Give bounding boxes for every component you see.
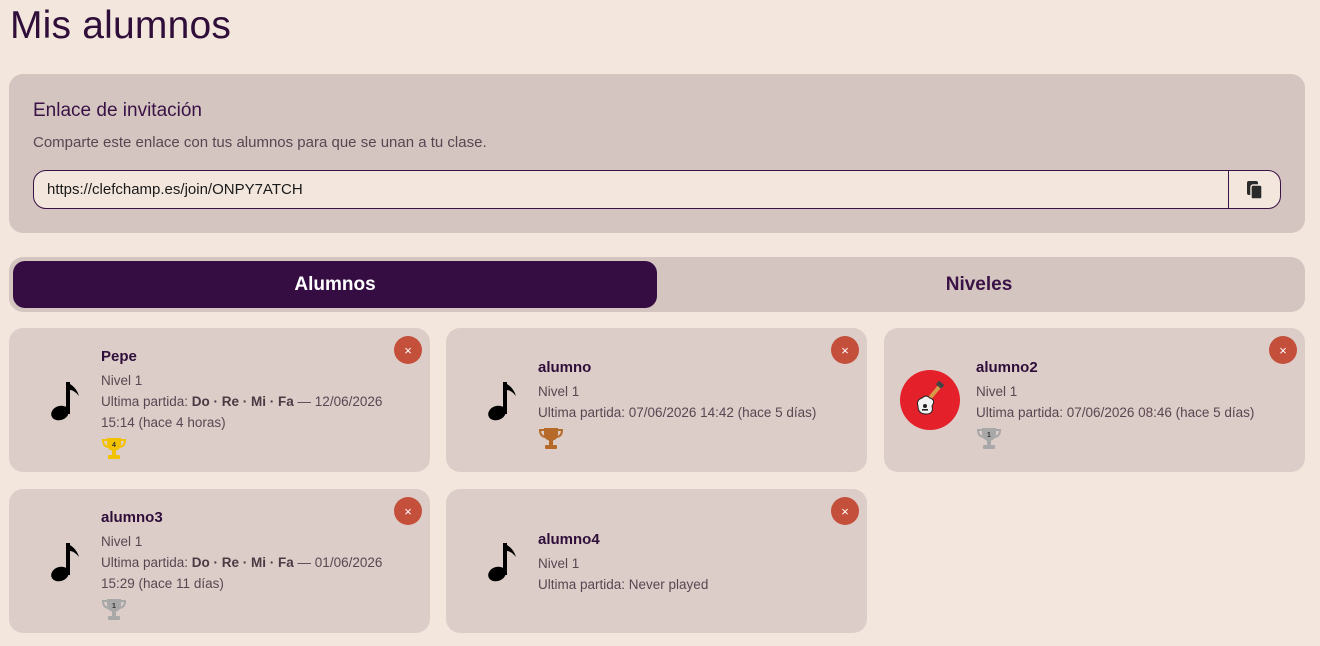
student-card-pepe: × Pepe Nivel 1 Ultima partida: Do · Re ·… (9, 328, 430, 472)
trophy-count: 1 (112, 603, 116, 610)
student-card-alumno4: × alumno4 Nivel 1 Ultima partida: Never … (446, 489, 867, 633)
copy-link-button[interactable] (1228, 171, 1280, 208)
student-name[interactable]: alumno4 (538, 531, 837, 548)
guitar-icon (900, 370, 960, 430)
invite-panel: Enlace de invitación Comparte este enlac… (9, 74, 1305, 233)
student-level: Nivel 1 (101, 534, 143, 549)
last-game-notes: Do · Re · Mi · Fa (191, 555, 294, 570)
silver-trophy-icon: 1 (976, 428, 1002, 449)
last-game: Ultima partida: 07/06/2026 08:46 (hace 5… (976, 405, 1255, 420)
copy-icon (1246, 180, 1263, 200)
last-game: Ultima partida: Do · Re · Mi · Fa — 12/0… (101, 391, 400, 433)
last-game: Ultima partida: Do · Re · Mi · Fa — 01/0… (101, 552, 400, 594)
last-game-prefix: Ultima partida: (101, 394, 192, 409)
music-note-icon (472, 531, 532, 591)
last-game: Ultima partida: 07/06/2026 14:42 (hace 5… (538, 405, 817, 420)
student-level: Nivel 1 (976, 384, 1018, 399)
student-level: Nivel 1 (538, 384, 580, 399)
invite-link-field (33, 170, 1281, 209)
tab-niveles[interactable]: Niveles (657, 261, 1301, 308)
student-info: alumno Nivel 1 Ultima partida: 07/06/202… (538, 359, 837, 456)
student-name[interactable]: alumno (538, 359, 837, 376)
student-name[interactable]: Pepe (101, 348, 400, 365)
student-name[interactable]: alumno3 (101, 509, 400, 526)
student-name[interactable]: alumno2 (976, 359, 1275, 376)
student-card-alumno: × alumno Nivel 1 Ultima partida: 07/06/2… (446, 328, 867, 472)
music-note-icon (472, 370, 532, 430)
trophy-count: 1 (987, 432, 991, 439)
student-info: alumno2 Nivel 1 Ultima partida: 07/06/20… (976, 359, 1275, 456)
student-card-alumno2: × alumno2 Nivel 1 Ultima partida: 07/06/… (884, 328, 1305, 472)
student-info: alumno4 Nivel 1 Ultima partida: Never pl… (538, 531, 837, 595)
invite-title: Enlace de invitación (33, 100, 202, 121)
silver-trophy-icon: 1 (101, 599, 127, 620)
student-info: alumno3 Nivel 1 Ultima partida: Do · Re … (101, 509, 400, 627)
last-game: Ultima partida: Never played (538, 577, 709, 592)
invite-link-input[interactable] (34, 171, 1229, 208)
page-title: Mis alumnos (10, 4, 232, 47)
music-note-icon (35, 531, 95, 591)
gold-trophy-icon: 4 (101, 438, 127, 459)
tab-bar: Alumnos Niveles (9, 257, 1305, 312)
last-game-notes: Do · Re · Mi · Fa (191, 394, 294, 409)
bronze-trophy-icon (538, 428, 564, 449)
last-game-prefix: Ultima partida: (101, 555, 192, 570)
remove-student-button[interactable]: × (831, 497, 859, 525)
student-info: Pepe Nivel 1 Ultima partida: Do · Re · M… (101, 348, 400, 466)
tab-alumnos[interactable]: Alumnos (13, 261, 657, 308)
student-card-alumno3: × alumno3 Nivel 1 Ultima partida: Do · R… (9, 489, 430, 633)
student-level: Nivel 1 (538, 556, 580, 571)
trophy-count: 4 (112, 442, 116, 449)
music-note-icon (35, 370, 95, 430)
invite-description: Comparte este enlace con tus alumnos par… (33, 134, 487, 151)
student-level: Nivel 1 (101, 373, 143, 388)
